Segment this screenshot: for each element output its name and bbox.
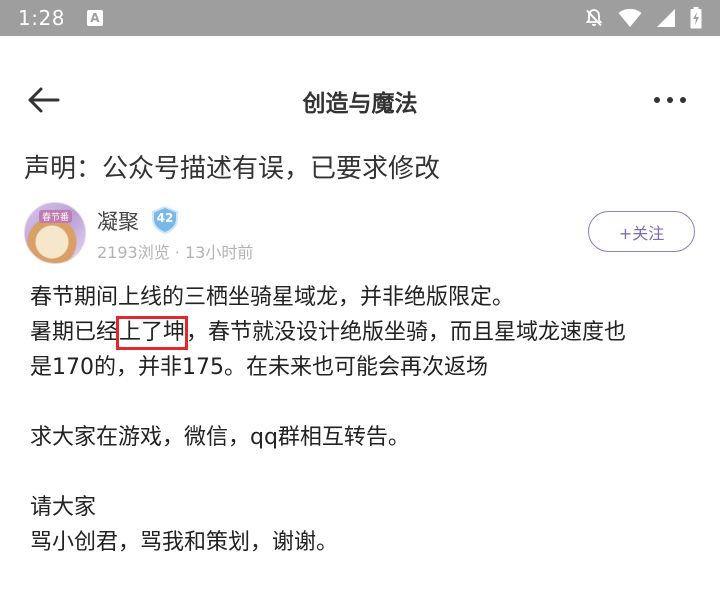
post-body: 春节期间上线的三栖坐骑星域龙，并非绝版限定。 暑期已经上了坤，春节就没设计绝版坐… (30, 280, 700, 560)
body-line: 求大家在游戏，微信，qq群相互转告。 (30, 425, 410, 450)
battery-charging-icon (690, 7, 702, 29)
avatar[interactable]: 春节番 (24, 202, 86, 264)
post-title: 声明：公众号描述有误，已要求修改 (24, 154, 441, 184)
body-line: 暑期已经上了坤，春节就没设计绝版坐骑，而且星域龙速度也 (30, 315, 700, 350)
status-time: 1:28 (18, 6, 65, 30)
level-badge: 42 (150, 206, 180, 234)
body-line: 是170的，并非175。在未来也可能会再次返场 (30, 355, 488, 380)
highlighted-text: 上了坤 (116, 316, 189, 350)
more-options-icon (654, 97, 686, 103)
avatar-tag: 春节番 (39, 210, 73, 223)
body-line: 请大家 (30, 495, 97, 520)
status-bar: 1:28 A (0, 0, 720, 36)
app-bar: 创造与魔法 (0, 64, 720, 134)
notifications-off-icon (585, 9, 603, 27)
body-text: ，春节就没设计绝版坐骑，而且星域龙速度也 (186, 320, 627, 345)
body-line: 骂小创君，骂我和策划，谢谢。 (30, 530, 339, 555)
more-options-button[interactable] (652, 88, 688, 112)
author-row: 春节番 凝聚 42 2193浏览 · 13小时前 +关注 (24, 200, 704, 270)
notification-app-icon: A (86, 10, 103, 26)
level-number: 42 (156, 211, 174, 225)
body-line: 春节期间上线的三栖坐骑星域龙，并非绝版限定。 (30, 285, 515, 310)
page-title: 创造与魔法 (302, 91, 418, 117)
cellular-signal-icon (657, 9, 675, 27)
author-name[interactable]: 凝聚 (97, 206, 139, 236)
wifi-icon (618, 8, 642, 27)
post-meta: 2193浏览 · 13小时前 (97, 243, 254, 262)
follow-button[interactable]: +关注 (588, 211, 695, 252)
body-text: 暑期已经 (30, 320, 119, 345)
status-icons (584, 7, 702, 29)
